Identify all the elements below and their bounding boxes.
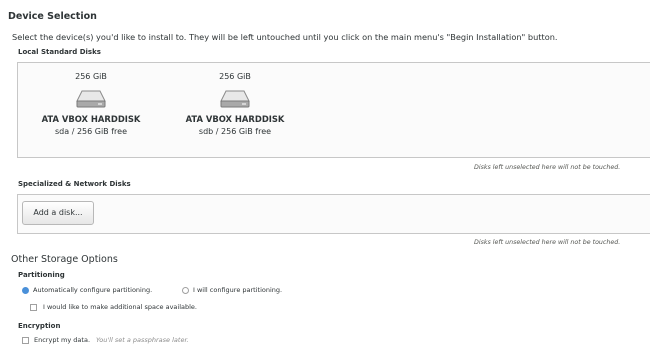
encrypt-label: Encrypt my data. — [34, 336, 91, 344]
auto-partition-option[interactable]: Automatically configure partitioning. — [22, 286, 152, 294]
local-disks-heading: Local Standard Disks — [18, 48, 101, 56]
encrypt-option[interactable]: Encrypt my data. You'll set a passphrase… — [22, 336, 189, 344]
harddisk-icon — [76, 90, 106, 108]
encryption-heading: Encryption — [18, 322, 61, 330]
local-disks-panel: 256 GiB ATA VBOX HARDDISK sda / 256 GiB … — [17, 62, 650, 158]
harddisk-icon — [220, 90, 250, 108]
network-disks-note: Disks left unselected here will not be t… — [474, 239, 621, 246]
other-storage-title: Other Storage Options — [11, 254, 118, 265]
disk-size: 256 GiB — [219, 72, 251, 81]
disk-name: ATA VBOX HARDDISK — [41, 114, 141, 124]
disk-size: 256 GiB — [75, 72, 107, 81]
extra-space-label: I would like to make additional space av… — [43, 303, 197, 311]
add-disk-button[interactable]: Add a disk... — [22, 201, 94, 225]
auto-partition-label: Automatically configure partitioning. — [33, 286, 153, 294]
manual-partition-option[interactable]: I will configure partitioning. — [182, 286, 282, 294]
disk-detail: sda / 256 GiB free — [55, 127, 127, 136]
disk-sda[interactable]: 256 GiB ATA VBOX HARDDISK sda / 256 GiB … — [21, 63, 161, 136]
device-selection-title: Device Selection — [8, 11, 97, 22]
radio-selected-icon[interactable] — [22, 286, 29, 294]
checkbox-icon[interactable] — [30, 303, 37, 311]
disk-name: ATA VBOX HARDDISK — [185, 114, 285, 124]
disk-detail: sdb / 256 GiB free — [198, 127, 272, 136]
manual-partition-label: I will configure partitioning. — [193, 286, 283, 294]
radio-unselected-icon[interactable] — [182, 286, 189, 294]
network-disks-panel: Add a disk... — [17, 194, 650, 234]
extra-space-option[interactable]: I would like to make additional space av… — [30, 303, 197, 311]
local-disks-note: Disks left unselected here will not be t… — [474, 164, 621, 171]
partitioning-heading: Partitioning — [18, 271, 65, 279]
device-selection-description: Select the device(s) you'd like to insta… — [12, 32, 558, 42]
checkbox-icon[interactable] — [22, 336, 29, 344]
encrypt-hint: You'll set a passphrase later. — [96, 336, 189, 344]
disk-sdb[interactable]: 256 GiB ATA VBOX HARDDISK sdb / 256 GiB … — [165, 63, 305, 136]
network-disks-heading: Specialized & Network Disks — [18, 180, 131, 188]
